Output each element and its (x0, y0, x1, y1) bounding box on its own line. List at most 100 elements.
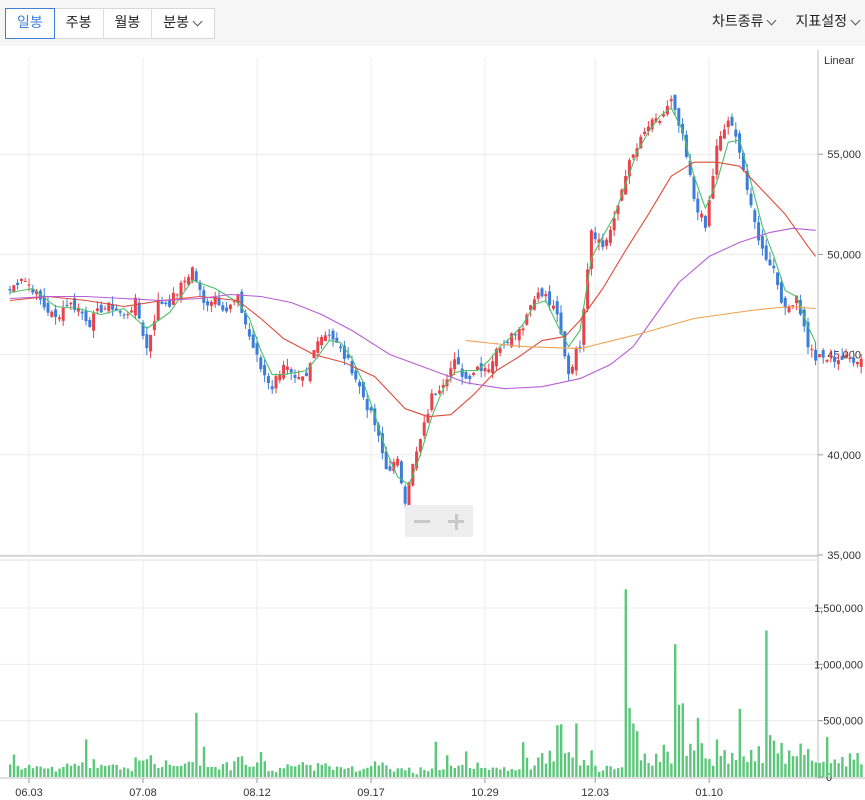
volume-bar (590, 750, 593, 777)
candle-body (396, 458, 400, 466)
volume-bar (183, 763, 187, 777)
stock-chart[interactable]: Linear 35,00040,00045,00050,00055,000 05… (0, 0, 865, 800)
zoom-in-button[interactable] (439, 505, 473, 537)
volume-bar (85, 739, 88, 777)
volume-bar (168, 764, 171, 777)
zoom-control (405, 505, 473, 537)
volume-bar (233, 761, 236, 777)
volume-bar (335, 766, 339, 777)
candle-body (483, 368, 487, 372)
volume-bar (472, 769, 475, 777)
volume-bar (191, 762, 194, 777)
volume-bar (453, 767, 456, 777)
ma60-line (9, 227, 816, 390)
candle-body (669, 99, 673, 102)
candle-body (92, 313, 96, 331)
volume-bar (476, 762, 479, 777)
volume-bar (145, 759, 149, 777)
candle-body (608, 229, 612, 243)
volume-bar (332, 769, 335, 777)
volume-bar (62, 766, 65, 777)
candle-body (156, 299, 160, 321)
candle-body (460, 368, 464, 377)
volume-bar (221, 764, 225, 777)
volume-bar (396, 768, 399, 777)
volume-bar (594, 765, 597, 777)
candle-body (472, 372, 476, 375)
volume-bar (628, 707, 631, 777)
volume-bar (248, 766, 251, 777)
volume-bar (157, 767, 160, 777)
candle-body (468, 375, 472, 380)
volume-bar (187, 761, 190, 777)
volume-bar (373, 761, 377, 777)
candle-body (536, 292, 540, 299)
volume-bar (560, 724, 563, 777)
candle-body (422, 422, 426, 436)
volume-bar (282, 768, 285, 777)
volume-bar (753, 761, 757, 777)
minus-icon (414, 520, 430, 523)
volume-bar (126, 768, 130, 777)
ma120-line (465, 305, 816, 350)
volume-bar (693, 750, 696, 777)
volume-bar (715, 739, 719, 777)
candle-body (810, 349, 814, 351)
price-tick-label: 35,000 (827, 550, 861, 562)
volume-bar (305, 764, 308, 777)
volume-bar (609, 766, 612, 777)
volume-tick-label: 1,000,000 (814, 659, 863, 671)
date-tick-label: 09.17 (357, 787, 385, 799)
candle-body (259, 357, 263, 370)
volume-bar (366, 767, 369, 777)
volume-bar (206, 766, 209, 777)
candle-body (833, 356, 837, 362)
volume-bar (746, 761, 749, 777)
volume-bar (275, 772, 278, 777)
volume-bar (510, 769, 513, 777)
volume-bar (700, 743, 703, 777)
candle-body (593, 232, 597, 240)
candle-body (517, 328, 521, 341)
candle-body (544, 294, 548, 297)
candle-body (836, 360, 840, 365)
volume-bar (579, 765, 582, 777)
volume-bar (788, 750, 791, 777)
volume-bar (381, 762, 384, 777)
volume-bar (598, 771, 601, 777)
volume-bar (776, 753, 779, 777)
volume-bar (31, 768, 35, 777)
volume-bar (107, 765, 111, 777)
volume-bar (525, 757, 529, 777)
volume-bar (465, 751, 468, 777)
candle-body (453, 359, 457, 370)
volume-bar (430, 768, 434, 777)
volume-bar (434, 741, 437, 777)
volume-bar (50, 766, 54, 777)
candle-body (814, 349, 818, 361)
volume-bar (411, 772, 415, 777)
volume-bar (35, 766, 38, 777)
candle-body (270, 386, 274, 390)
volume-bar (780, 742, 783, 777)
candle-body (430, 393, 434, 410)
volume-bar (358, 770, 361, 777)
price-tick-label: 55,000 (827, 149, 861, 161)
candle-body (50, 311, 54, 317)
volume-bar (552, 761, 555, 777)
zoom-out-button[interactable] (405, 505, 439, 537)
volume-bar (556, 725, 559, 777)
volume-bar (712, 765, 715, 777)
volume-bar (16, 765, 19, 777)
candle-body (434, 393, 438, 395)
date-tick-label: 07.08 (129, 787, 157, 799)
candle-body (513, 334, 517, 336)
volume-bar (313, 770, 316, 777)
volume-bar (814, 762, 817, 777)
volume-bar (415, 774, 418, 777)
candle-body (183, 280, 187, 283)
candle-body (122, 314, 126, 316)
candle-body (331, 330, 335, 340)
volume-bar (761, 762, 764, 777)
candle-body (16, 282, 20, 285)
